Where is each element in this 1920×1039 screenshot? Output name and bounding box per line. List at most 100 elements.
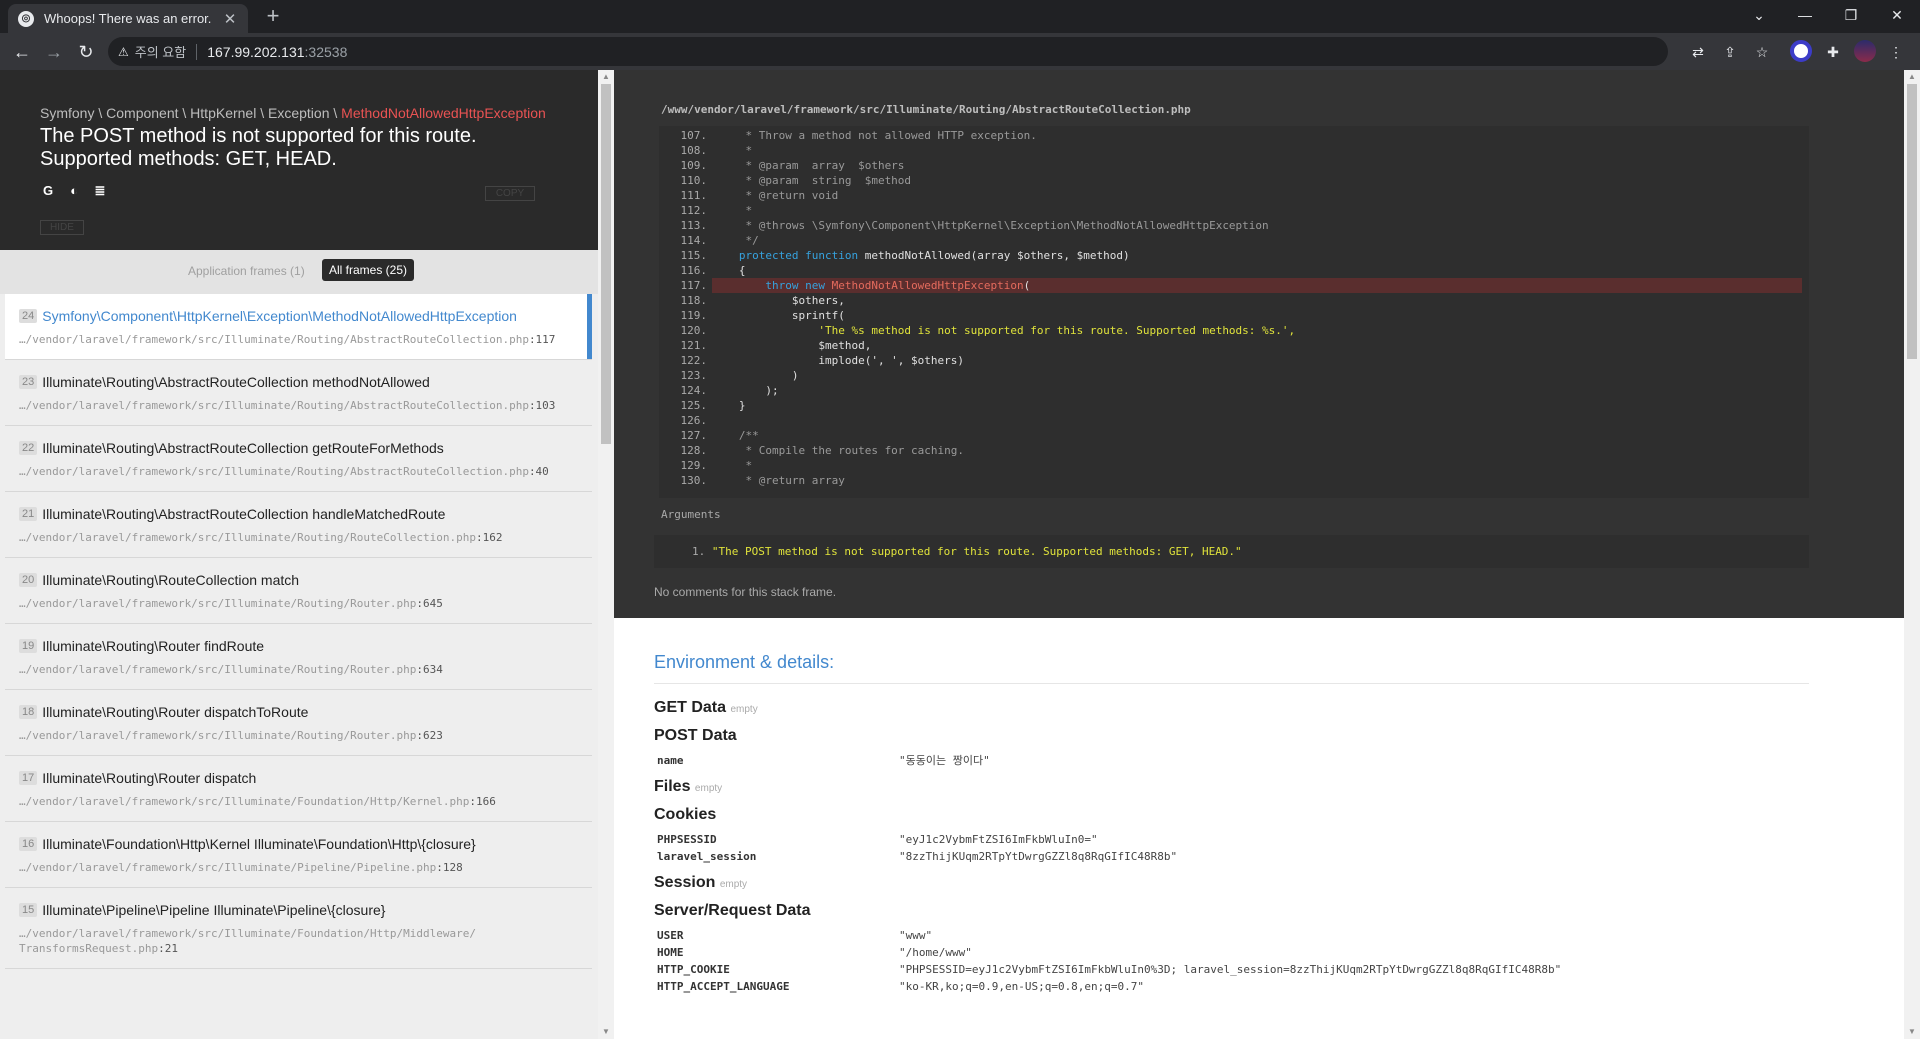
- line-source: *: [719, 143, 752, 158]
- stack-frame[interactable]: 19 Illuminate\Routing\Router findRoute …/v…: [5, 624, 592, 690]
- line-number: 111.: [680, 189, 708, 202]
- code-line: 130. * @return array: [659, 473, 1809, 488]
- line-source: }: [719, 399, 746, 412]
- frame-header: 18 Illuminate\Routing\Router dispatchToRo…: [19, 704, 578, 720]
- code-file-path[interactable]: /www/vendor/laravel/framework/src/Illumi…: [661, 103, 1191, 116]
- code-line: 125. }: [659, 398, 1809, 413]
- code-line: 120. 'The %s method is not supported for…: [659, 323, 1809, 338]
- profile-avatar[interactable]: [1854, 40, 1876, 62]
- stackoverflow-search-icon[interactable]: ≣: [92, 183, 108, 199]
- scrollbar-thumb[interactable]: [1907, 84, 1917, 359]
- forward-icon[interactable]: →: [42, 40, 66, 64]
- share-icon[interactable]: ⇪: [1720, 42, 1740, 62]
- close-window-icon[interactable]: ✕: [1874, 0, 1920, 30]
- code-line: 107. * Throw a method not allowed HTTP e…: [659, 128, 1809, 143]
- frame-file: …/vendor/laravel/framework/src/Illuminat…: [19, 662, 578, 677]
- code-line: 123. ): [659, 368, 1809, 383]
- scroll-up-icon[interactable]: ▲: [1904, 70, 1920, 84]
- frame-header: 20 Illuminate\Routing\RouteCollection mat…: [19, 572, 578, 588]
- line-source: /**: [719, 428, 759, 443]
- code-comment: * @return array: [719, 474, 845, 487]
- code-line: 109. * @param array $others: [659, 158, 1809, 173]
- stack-frame[interactable]: 18 Illuminate\Routing\Router dispatchToRo…: [5, 690, 592, 756]
- frame-file: …/vendor/laravel/framework/src/Illuminat…: [19, 860, 578, 875]
- frame-file: …/vendor/laravel/framework/src/Illuminat…: [19, 332, 578, 347]
- code-viewer: 107. * Throw a method not allowed HTTP e…: [659, 126, 1809, 498]
- stack-panel-scrollbar[interactable]: ▲ ▼: [598, 70, 614, 1039]
- browser-tab[interactable]: ◎ Whoops! There was an error. ✕: [8, 4, 248, 33]
- frame-file: …/vendor/laravel/framework/src/Illuminat…: [19, 530, 578, 545]
- no-comments-text: No comments for this stack frame.: [654, 585, 837, 599]
- extensions-puzzle-icon[interactable]: ✚: [1823, 42, 1843, 62]
- page-scrollbar[interactable]: ▲ ▼: [1904, 70, 1920, 1039]
- stack-frame[interactable]: 22 Illuminate\Routing\AbstractRouteCollec…: [5, 426, 592, 492]
- stack-frame[interactable]: 20 Illuminate\Routing\RouteCollection mat…: [5, 558, 592, 624]
- hide-button[interactable]: HIDE: [40, 220, 84, 235]
- reload-icon[interactable]: ↻: [74, 40, 98, 64]
- code-comment: * Throw a method not allowed HTTP except…: [719, 129, 1037, 142]
- new-tab-button[interactable]: +: [260, 5, 286, 27]
- stack-frame[interactable]: 23 Illuminate\Routing\AbstractRouteCollec…: [5, 360, 592, 426]
- frame-line-number: :634: [416, 663, 443, 676]
- line-source: * @return void: [719, 188, 838, 203]
- minimize-icon[interactable]: —: [1782, 0, 1828, 30]
- url-host[interactable]: 167.99.202.131: [207, 44, 304, 60]
- restore-icon[interactable]: ❐: [1828, 0, 1874, 30]
- tab-search-icon[interactable]: ⌄: [1736, 0, 1782, 30]
- warning-icon[interactable]: ⚠: [118, 45, 129, 59]
- scroll-down-icon[interactable]: ▼: [598, 1025, 614, 1039]
- line-source: protected function methodNotAllowed(arra…: [738, 249, 1130, 262]
- scroll-down-icon[interactable]: ▼: [1904, 1025, 1920, 1039]
- code-line: 119. sprintf(: [659, 308, 1809, 323]
- url-port[interactable]: :32538: [305, 44, 348, 60]
- duckduckgo-search-icon[interactable]: ◐: [66, 183, 82, 199]
- frame-file-path: …/vendor/laravel/framework/src/Illuminat…: [19, 333, 529, 346]
- frame-class: Illuminate\Routing\Router dispatchToRout…: [42, 704, 309, 720]
- files-label: Files: [654, 778, 691, 795]
- close-tab-icon[interactable]: ✕: [222, 10, 238, 28]
- stack-frame[interactable]: 15 Illuminate\Pipeline\Pipeline Illuminat…: [5, 888, 592, 969]
- stack-frame[interactable]: 16 Illuminate\Foundation\Http\Kernel Illu…: [5, 822, 592, 888]
- application-frames-tab[interactable]: Application frames (1): [188, 264, 305, 278]
- code-line: 122. implode(', ', $others): [659, 353, 1809, 368]
- frame-file-path: …/vendor/laravel/framework/src/Illuminat…: [19, 861, 437, 874]
- scroll-up-icon[interactable]: ▲: [598, 70, 614, 84]
- exception-header: Symfony \ Component \ HttpKernel \ Excep…: [0, 70, 598, 250]
- frame-header: 19 Illuminate\Routing\Router findRoute: [19, 638, 578, 654]
- code-line: 115. protected function methodNotAllowed…: [659, 248, 1809, 263]
- frame-header: 21 Illuminate\Routing\AbstractRouteCollec…: [19, 506, 578, 522]
- omnibox-divider: [196, 43, 198, 60]
- all-frames-tab[interactable]: All frames (25): [322, 259, 415, 281]
- back-icon[interactable]: ←: [10, 40, 34, 64]
- security-label[interactable]: 주의 요함: [135, 42, 186, 61]
- stack-frame[interactable]: 21 Illuminate\Routing\AbstractRouteCollec…: [5, 492, 592, 558]
- menu-dots-icon[interactable]: ⋮: [1886, 42, 1906, 62]
- frame-file-path: …/vendor/laravel/framework/src/Illuminat…: [19, 597, 417, 610]
- frame-line-number: :21: [158, 942, 178, 955]
- address-bar[interactable]: ⚠ 주의 요함 167.99.202.131 :32538: [108, 37, 1668, 66]
- stack-frame[interactable]: 17 Illuminate\Routing\Router dispatch …/ve…: [5, 756, 592, 822]
- scrollbar-thumb[interactable]: [601, 84, 611, 444]
- frame-index: 19: [19, 639, 38, 653]
- details-panel: /www/vendor/laravel/framework/src/Illumi…: [614, 70, 1904, 1039]
- empty-label: empty: [719, 879, 748, 890]
- files-heading: Files empty: [654, 777, 1809, 799]
- argument-item: 1. "The POST method is not supported for…: [692, 545, 1242, 558]
- google-search-icon[interactable]: G: [40, 183, 56, 199]
- code-comment: * @param array $others: [719, 159, 905, 172]
- frame-class: Illuminate\Routing\Router findRoute: [42, 638, 265, 654]
- line-number: 112.: [680, 204, 708, 217]
- table-row: PHPSESSID "eyJ1c2VybmFtZSI6ImFkbWluIn0=": [654, 831, 1809, 848]
- frame-file-path: …/vendor/laravel/framework/src/Illuminat…: [19, 927, 476, 955]
- bookmark-star-icon[interactable]: ☆: [1752, 42, 1772, 62]
- code-comment: /**: [719, 429, 759, 442]
- copy-button[interactable]: COPY: [485, 186, 535, 201]
- stack-frame[interactable]: 24 Symfony\Component\HttpKernel\Exception…: [5, 294, 592, 360]
- translate-icon[interactable]: ⇄: [1688, 42, 1708, 62]
- line-source: * @param array $others: [719, 158, 904, 173]
- frame-header: 17 Illuminate\Routing\Router dispatch: [19, 770, 578, 786]
- extension-icon[interactable]: [1790, 40, 1812, 62]
- code-comment: *: [719, 144, 753, 157]
- table-value: "/home/www": [899, 946, 972, 959]
- code-comment: * Compile the routes for caching.: [719, 444, 965, 457]
